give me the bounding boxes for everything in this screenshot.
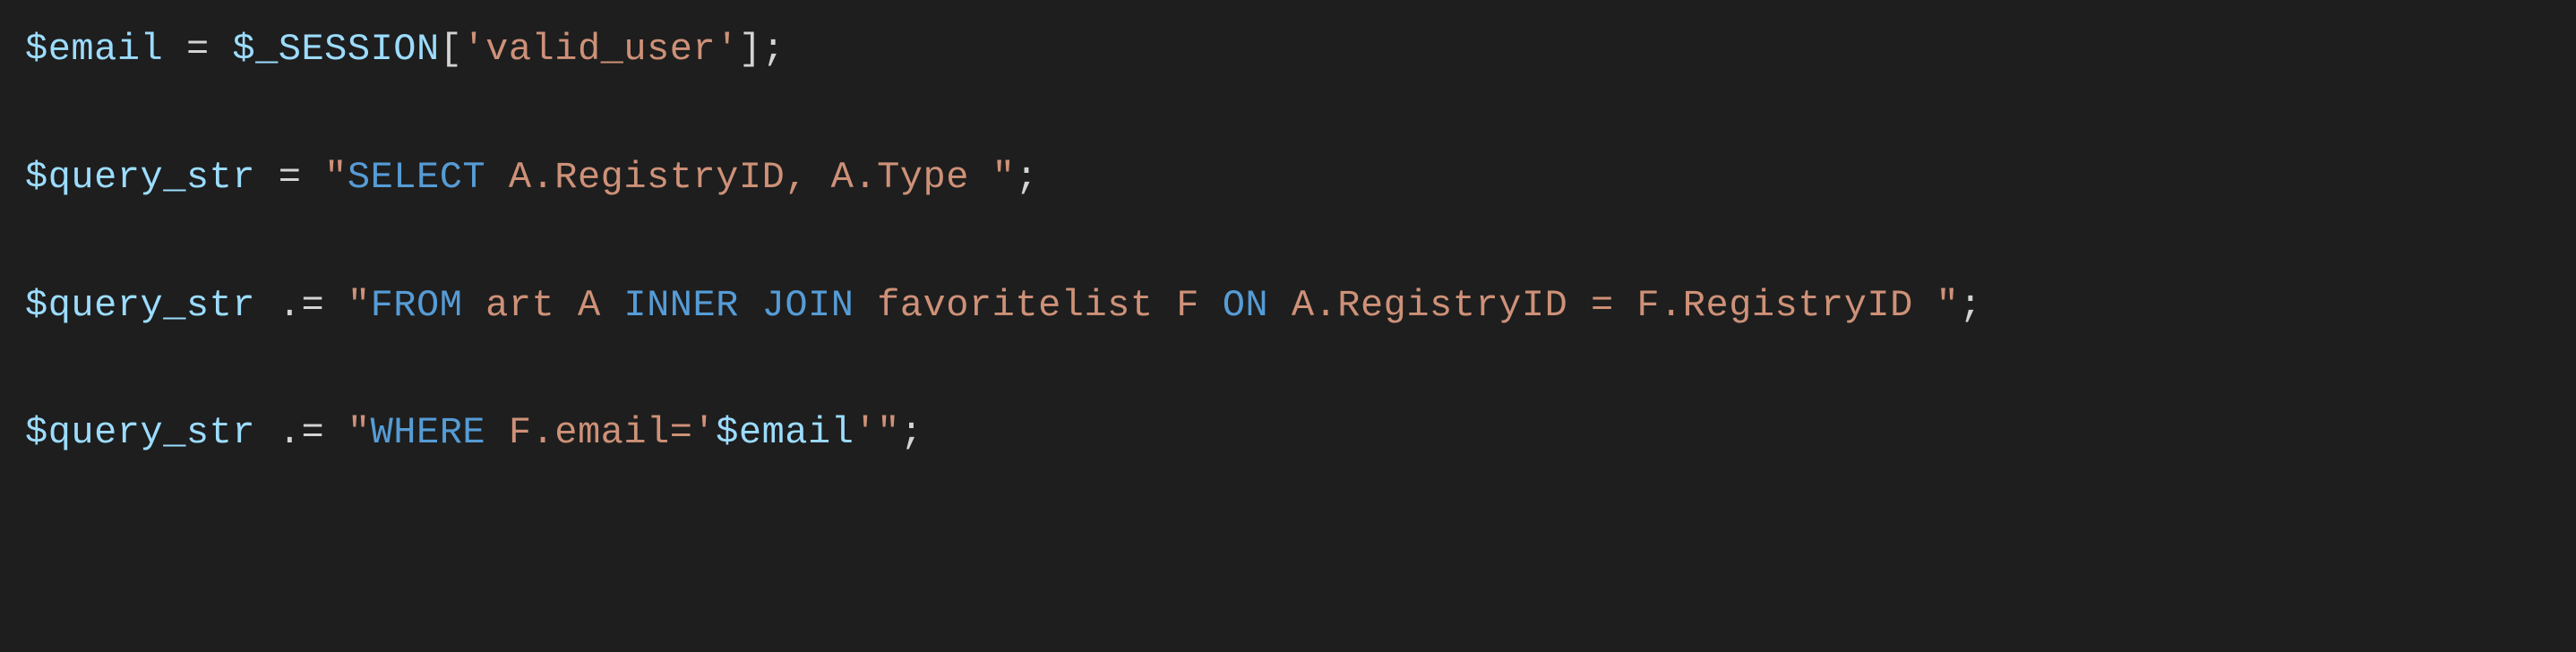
code-line-7: $query_str .= "WHERE F.email='$email'";	[25, 411, 923, 454]
quote-close: "	[877, 411, 900, 454]
var-query: $query_str	[25, 411, 255, 454]
var-email: $email	[25, 28, 163, 71]
op-assign: =	[163, 28, 232, 71]
quote-close: "	[1936, 284, 1960, 327]
kw-join: JOIN	[762, 284, 854, 327]
quote-open: "	[348, 411, 371, 454]
code-line-1: $email = $_SESSION['valid_user'];	[25, 28, 785, 71]
quote-open: "	[324, 156, 348, 199]
semicolon: ;	[1959, 284, 1982, 327]
var-session: $_SESSION	[232, 28, 439, 71]
semicolon: ;	[1015, 156, 1038, 199]
string-literal: A.RegistryID, A.Type	[485, 156, 992, 199]
string-literal: '	[854, 411, 877, 454]
var-query: $query_str	[25, 284, 255, 327]
semicolon: ;	[762, 28, 786, 71]
string-literal: 'valid_user'	[462, 28, 738, 71]
code-editor-content: $email = $_SESSION['valid_user']; $query…	[0, 0, 2576, 484]
string-literal: favoritelist F	[854, 284, 1222, 327]
op-concat: .=	[255, 411, 348, 454]
kw-inner: INNER	[623, 284, 739, 327]
semicolon: ;	[900, 411, 923, 454]
quote-close: "	[992, 156, 1016, 199]
var-query: $query_str	[25, 156, 255, 199]
code-line-5: $query_str .= "FROM art A INNER JOIN fav…	[25, 284, 1982, 327]
string-literal: F.email='	[485, 411, 716, 454]
bracket-open: [	[440, 28, 463, 71]
kw-select: SELECT	[348, 156, 485, 199]
bracket-close: ]	[739, 28, 762, 71]
kw-on: ON	[1223, 284, 1268, 327]
quote-open: "	[348, 284, 371, 327]
string-literal: A.RegistryID = F.RegistryID	[1268, 284, 1936, 327]
code-line-3: $query_str = "SELECT A.RegistryID, A.Typ…	[25, 156, 1038, 199]
string-literal: art A	[462, 284, 623, 327]
var-email-interp: $email	[716, 411, 854, 454]
op-assign: =	[255, 156, 324, 199]
kw-where: WHERE	[371, 411, 486, 454]
op-concat: .=	[255, 284, 348, 327]
string-literal	[739, 284, 762, 327]
kw-from: FROM	[371, 284, 463, 327]
